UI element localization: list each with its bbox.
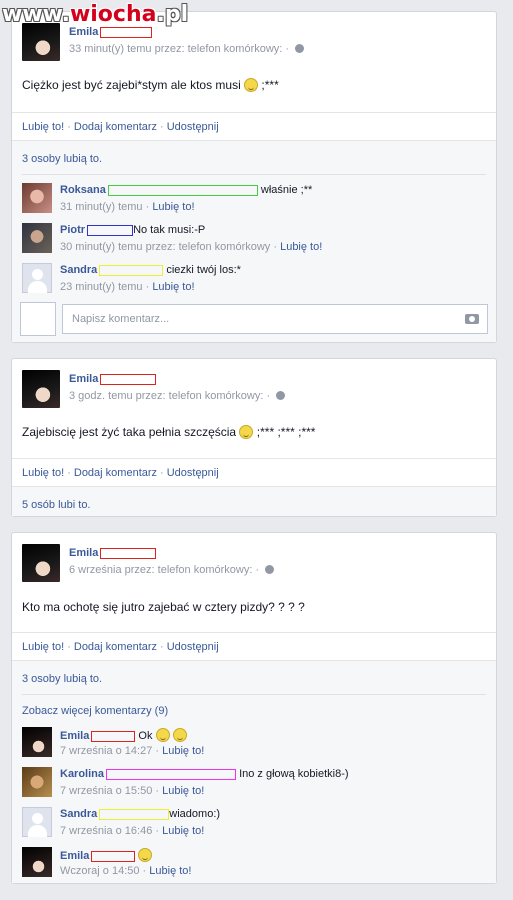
comments-section: 3 osoby lubią to. Zobacz więcej komentar… <box>12 660 496 883</box>
comment-like-link[interactable]: Lubię to! <box>149 865 191 877</box>
share-button[interactable]: Udostępnij <box>167 467 219 479</box>
redacted-box <box>100 373 157 385</box>
comment-button[interactable]: Dodaj komentarz <box>74 641 157 653</box>
camera-icon[interactable] <box>465 314 479 324</box>
watermark-logo: www.wiocha.pl <box>2 2 189 27</box>
commenter-name[interactable]: Roksana <box>60 184 106 196</box>
commenter-name[interactable]: Emila <box>60 850 89 862</box>
post-header: Emila 3 godz. temu przez: telefon komórk… <box>12 359 496 411</box>
comment-text: Ino z głową kobietki8-) <box>239 768 349 780</box>
redacted-box <box>91 850 136 862</box>
redacted-box <box>100 547 157 559</box>
commenter-name[interactable]: Karolina <box>60 768 104 780</box>
comment-text: Ok <box>138 730 153 742</box>
comment-item: Roksana właśnie ;** 31 minut(y) temu · L… <box>22 183 486 217</box>
comments-section: 3 osoby lubią to. Roksana właśnie ;** 31… <box>12 140 496 342</box>
smiley-icon <box>244 78 259 92</box>
share-button[interactable]: Udostępnij <box>167 121 219 133</box>
comment-button[interactable]: Dodaj komentarz <box>74 121 157 133</box>
post-text: Kto ma ochotę się jutro zajebać w cztery… <box>22 600 305 614</box>
commenter-avatar[interactable] <box>22 847 52 877</box>
author-avatar[interactable] <box>22 370 60 408</box>
post-card-3: Emila 6 września przez: telefon komórkow… <box>11 532 497 884</box>
redacted-box <box>107 184 258 196</box>
post-timestamp[interactable]: 6 września przez: telefon komórkowy: · <box>69 564 259 576</box>
commenter-name[interactable]: Emila <box>60 730 89 742</box>
comment-button[interactable]: Dodaj komentarz <box>74 467 157 479</box>
comment-like-link[interactable]: Lubię to! <box>152 281 194 293</box>
default-avatar-icon[interactable] <box>22 263 52 293</box>
comment-input[interactable]: Napisz komentarz... <box>62 304 488 334</box>
post-header: Emila 6 września przez: telefon komórkow… <box>12 533 496 585</box>
comment-like-link[interactable]: Lubię to! <box>162 825 204 837</box>
smiley-icon <box>155 728 170 742</box>
comment-item: Emila Ok 7 września o 14:27 · Lubię to! <box>22 727 486 761</box>
smiley-icon <box>172 728 187 742</box>
default-avatar-icon[interactable] <box>22 807 52 837</box>
like-button[interactable]: Lubię to! <box>22 121 64 133</box>
commenter-name[interactable]: Piotr <box>60 224 85 236</box>
comments-section: 5 osób lubi to. <box>12 486 496 516</box>
likes-count[interactable]: 5 osób lubi to. <box>22 499 91 511</box>
redacted-box <box>91 730 136 742</box>
post-text: Ciężko jest być zajebi*stym ale ktos mus… <box>22 78 279 92</box>
smiley-icon <box>138 848 153 862</box>
author-avatar[interactable] <box>22 544 60 582</box>
comment-like-link[interactable]: Lubię to! <box>162 745 204 757</box>
view-more-comments-link[interactable]: Zobacz więcej komentarzy (9) <box>22 705 168 717</box>
commenter-name[interactable]: Sandra <box>60 264 97 276</box>
post-actions: Lubię to! · Dodaj komentarz · Udostępnij <box>12 458 496 486</box>
author-name[interactable]: Emila <box>69 547 98 559</box>
post-card-1: Emila 33 minut(y) temu przez: telefon ko… <box>11 11 497 343</box>
redacted-box <box>100 26 153 38</box>
comment-like-link[interactable]: Lubię to! <box>152 201 194 213</box>
likes-count[interactable]: 3 osoby lubią to. <box>22 153 102 165</box>
author-name[interactable]: Emila <box>69 373 98 385</box>
globe-icon <box>276 391 286 400</box>
comment-item: Emila Wczoraj o 14:50 · Lubię to! <box>22 847 486 881</box>
author-avatar[interactable] <box>22 23 60 61</box>
comment-item: Karolina Ino z głową kobietki8-) 7 wrześ… <box>22 767 486 801</box>
globe-icon <box>265 565 275 574</box>
comment-text: No tak musi:-P <box>133 224 206 236</box>
likes-count[interactable]: 3 osoby lubią to. <box>22 673 102 685</box>
comment-like-link[interactable]: Lubię to! <box>162 785 204 797</box>
smiley-icon <box>239 425 254 439</box>
redacted-box <box>99 264 164 276</box>
comment-text: właśnie ;** <box>260 184 313 196</box>
post-actions: Lubię to! · Dodaj komentarz · Udostępnij <box>12 112 496 140</box>
post-card-2: Emila 3 godz. temu przez: telefon komórk… <box>11 358 497 517</box>
comment-item: Sandra ciezki twój los:* 23 minut(y) tem… <box>22 263 486 297</box>
comment-text: ciezki twój los:* <box>166 264 241 276</box>
like-button[interactable]: Lubię to! <box>22 467 64 479</box>
globe-icon <box>295 44 305 53</box>
commenter-avatar[interactable] <box>22 727 52 757</box>
commenter-avatar[interactable] <box>22 183 52 213</box>
comment-like-link[interactable]: Lubię to! <box>280 241 322 253</box>
comment-text: wiadomo:) <box>169 808 221 820</box>
comment-item: Piotr No tak musi:-P 30 minut(y) temu prz… <box>22 223 486 257</box>
share-button[interactable]: Udostępnij <box>167 641 219 653</box>
redacted-box <box>106 768 237 780</box>
post-timestamp[interactable]: 33 minut(y) temu przez: telefon komórkow… <box>69 43 289 55</box>
redacted-box <box>87 224 134 236</box>
commenter-avatar[interactable] <box>22 223 52 253</box>
comment-item: Sandra wiadomo:) 7 września o 16:46 · Lub… <box>22 807 486 841</box>
post-timestamp[interactable]: 3 godz. temu przez: telefon komórkowy: · <box>69 390 270 402</box>
post-actions: Lubię to! · Dodaj komentarz · Udostępnij <box>12 632 496 660</box>
commenter-avatar[interactable] <box>22 767 52 797</box>
author-name[interactable]: Emila <box>69 26 98 38</box>
like-button[interactable]: Lubię to! <box>22 641 64 653</box>
commenter-avatar-placeholder <box>20 302 56 336</box>
redacted-box <box>99 808 170 820</box>
post-text: Zajebiscię jest żyć taka pełnia szczęści… <box>22 425 316 439</box>
commenter-name[interactable]: Sandra <box>60 808 97 820</box>
